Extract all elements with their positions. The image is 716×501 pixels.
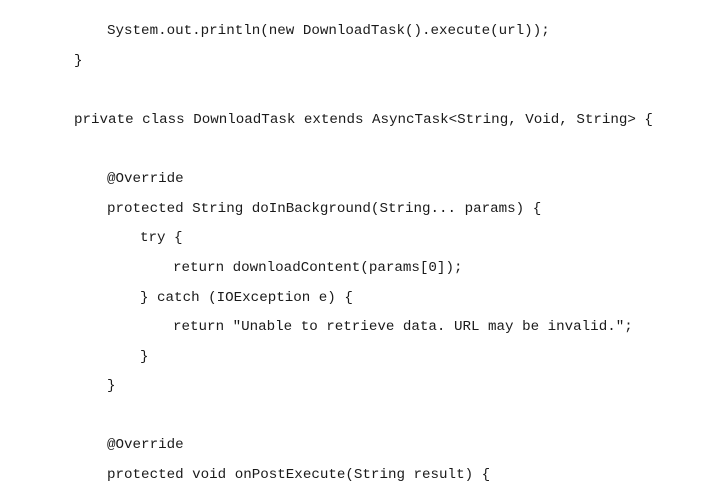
code-line-close-brace: }	[74, 53, 83, 69]
code-line-return-download: return downloadContent(params[0]);	[173, 260, 463, 276]
code-line-try: try {	[140, 230, 183, 246]
code-line-close-brace: }	[107, 378, 116, 394]
code-line-println: System.out.println(new DownloadTask().ex…	[107, 23, 550, 39]
code-line-doinbackground-signature: protected String doInBackground(String..…	[107, 201, 542, 217]
code-line-return-error: return "Unable to retrieve data. URL may…	[173, 319, 633, 335]
code-line-onpostexecute-signature: protected void onPostExecute(String resu…	[107, 467, 491, 483]
code-document: System.out.println(new DownloadTask().ex…	[0, 0, 716, 501]
code-line-catch: } catch (IOException e) {	[140, 290, 353, 306]
code-line-close-brace: }	[140, 349, 149, 365]
code-line-override-annotation: @Override	[107, 171, 184, 187]
code-line-class-declaration: private class DownloadTask extends Async…	[74, 112, 653, 128]
code-line-override-annotation: @Override	[107, 437, 184, 453]
